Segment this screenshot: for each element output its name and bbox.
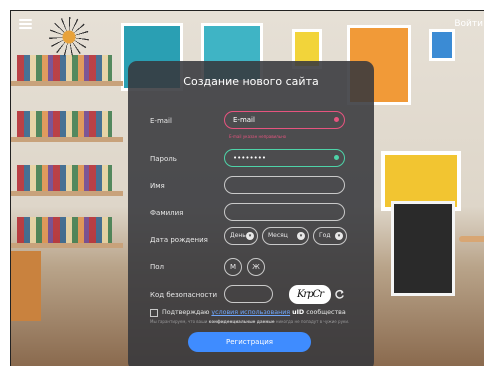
birthdate-label: Дата рождения xyxy=(150,236,208,244)
error-indicator-icon xyxy=(334,117,339,122)
chevron-down-icon: ▾ xyxy=(335,232,343,240)
refresh-icon[interactable] xyxy=(334,289,345,300)
chevron-down-icon: ▾ xyxy=(297,232,305,240)
sunburst-clock xyxy=(49,17,89,57)
privacy-note-text: никогда не попадут в чужие руки. xyxy=(275,319,350,324)
security-code-field[interactable] xyxy=(224,285,273,303)
birth-year-value: Год xyxy=(319,232,331,239)
gender-female-button[interactable]: Ж xyxy=(247,258,265,276)
terms-suffix: сообщества xyxy=(306,309,346,316)
wall-art-blue xyxy=(429,29,455,61)
terms-prefix: Подтверждаю xyxy=(162,309,210,316)
cabinet xyxy=(11,251,41,321)
menu-icon[interactable] xyxy=(19,19,32,29)
chevron-down-icon: ▾ xyxy=(246,232,254,240)
password-label: Пароль xyxy=(150,155,177,163)
terms-text: Подтверждаю условия использования uID со… xyxy=(162,309,346,316)
last-name-label: Фамилия xyxy=(150,209,184,217)
birth-month-select[interactable]: Месяц ▾ xyxy=(262,227,309,245)
privacy-note-bold: конфиденциальные данные xyxy=(208,319,275,324)
privacy-note-text: Мы гарантируем, что ваши xyxy=(150,319,208,324)
shelf xyxy=(11,243,123,248)
shelf-books xyxy=(17,111,112,137)
shelf-books xyxy=(17,55,112,81)
register-button[interactable]: Регистрация xyxy=(188,332,311,352)
page-background: Войти Создание нового сайта E-mail E-mai… xyxy=(10,10,484,366)
email-field[interactable]: E-mail xyxy=(224,111,345,129)
shelf-books xyxy=(17,165,112,191)
email-label: E-mail xyxy=(150,117,172,125)
brand-name: uID xyxy=(292,309,305,316)
birth-day-select[interactable]: День ▾ xyxy=(224,227,258,245)
login-link[interactable]: Войти xyxy=(454,19,483,29)
password-field[interactable]: •••••••• xyxy=(224,149,345,167)
shelf xyxy=(11,191,123,196)
email-error-text: E-mail указан неправильно xyxy=(229,134,287,139)
terms-checkbox[interactable] xyxy=(150,309,158,317)
form-title: Создание нового сайта xyxy=(183,75,319,88)
last-name-field[interactable] xyxy=(224,203,345,221)
first-name-field[interactable] xyxy=(224,176,345,194)
email-value: E-mail xyxy=(233,116,255,124)
captcha-image: KrpCr xyxy=(289,285,331,304)
valid-indicator-icon xyxy=(334,155,339,160)
first-name-label: Имя xyxy=(150,182,165,190)
gender-male-button[interactable]: М xyxy=(224,258,242,276)
privacy-note: Мы гарантируем, что ваши конфиденциальны… xyxy=(150,319,350,324)
wall-art-dark-portrait xyxy=(391,201,455,296)
signup-panel: Создание нового сайта E-mail E-mail E-ma… xyxy=(128,61,374,366)
terms-link[interactable]: условия использования xyxy=(211,309,290,316)
birth-month-value: Месяц xyxy=(268,232,288,239)
gender-label: Пол xyxy=(150,263,165,271)
shelf xyxy=(11,137,123,142)
shelf xyxy=(11,81,123,86)
shelf-books xyxy=(17,217,112,243)
birth-day-value: День xyxy=(230,232,246,239)
security-code-label: Код безопасности xyxy=(150,291,217,299)
stool xyxy=(459,236,484,242)
birth-year-select[interactable]: Год ▾ xyxy=(313,227,347,245)
password-value: •••••••• xyxy=(233,154,267,162)
